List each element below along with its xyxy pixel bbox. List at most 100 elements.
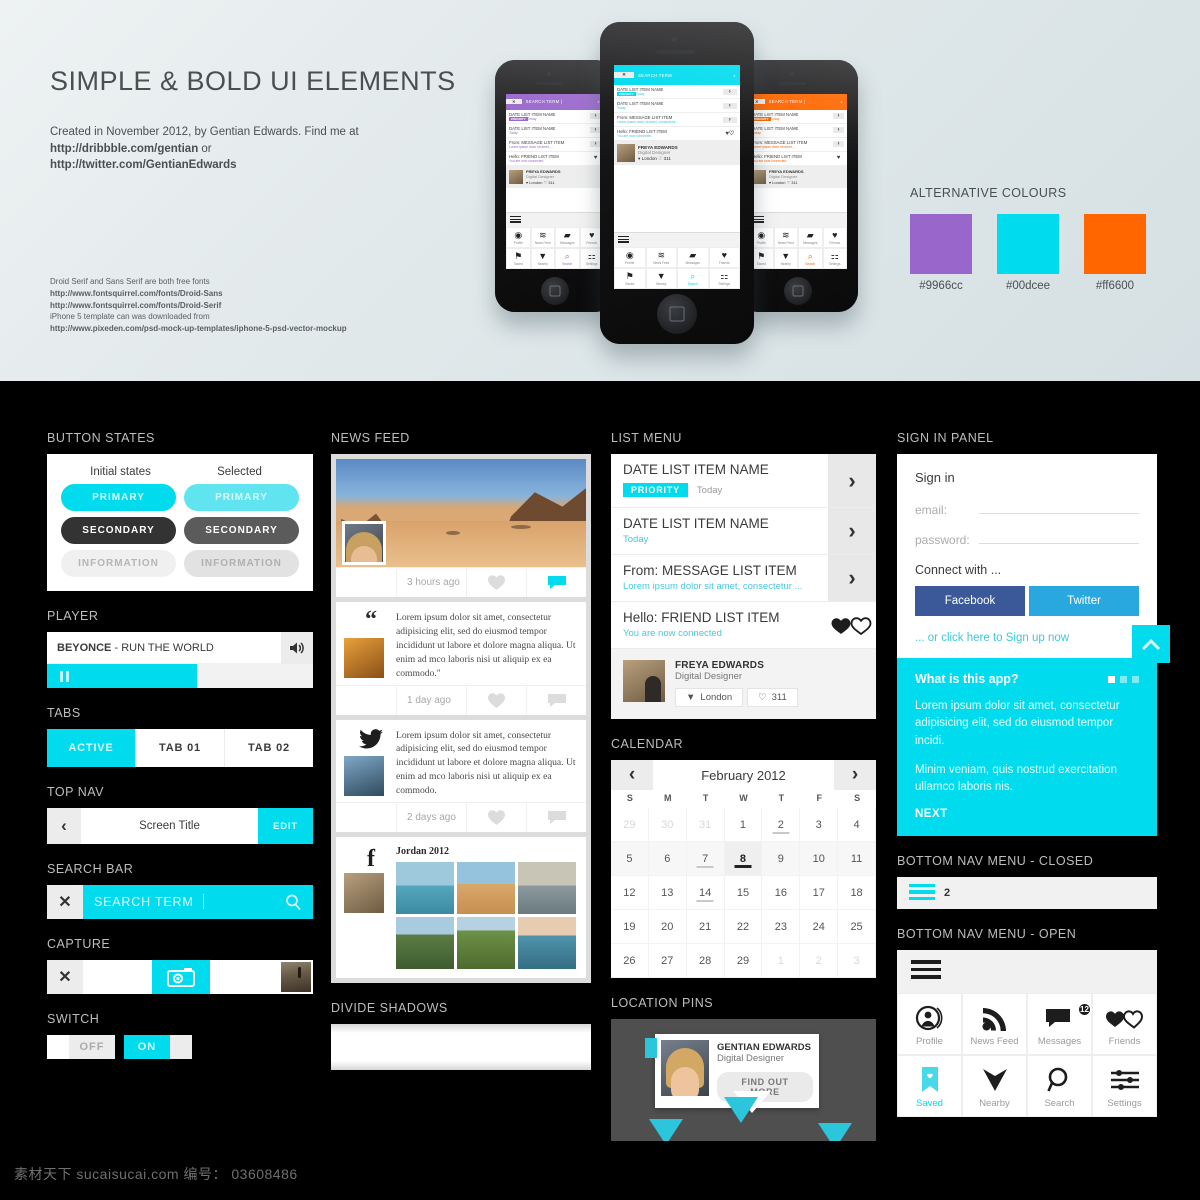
calendar-day[interactable]: 24 <box>800 910 839 944</box>
switch-on[interactable]: ON <box>124 1035 192 1059</box>
primary-button[interactable]: PRIMARY <box>61 484 176 511</box>
like-icon[interactable] <box>466 685 526 715</box>
nav-settings[interactable]: Settings <box>1092 1054 1157 1117</box>
comment-icon[interactable] <box>526 803 586 833</box>
pin-pointer[interactable] <box>649 1119 683 1141</box>
calendar-day[interactable]: 4 <box>838 808 876 842</box>
nav-friends[interactable]: ♥ Friends <box>708 247 740 268</box>
calendar-day[interactable]: 18 <box>838 876 876 910</box>
tab-02[interactable]: TAB 02 <box>225 729 313 767</box>
close-icon[interactable]: ✕ <box>47 960 83 994</box>
nav-profile[interactable]: ◉ Profile <box>614 247 646 268</box>
calendar-day[interactable]: 6 <box>648 842 687 876</box>
calendar-day[interactable]: 3 <box>800 808 839 842</box>
like-icon[interactable] <box>466 803 526 833</box>
calendar-day-selected[interactable]: 8 <box>724 842 763 876</box>
calendar-day[interactable]: 30 <box>648 808 687 842</box>
calendar-prev-button[interactable]: ‹ <box>611 760 653 790</box>
edit-button[interactable]: EDIT <box>258 808 313 844</box>
list-item[interactable]: Hello: FRIEND LIST ITEM You are now conn… <box>611 602 876 649</box>
information-button[interactable]: INFORMATION <box>61 550 176 577</box>
calendar-day[interactable]: 19 <box>611 910 649 944</box>
swatch-item[interactable]: #9966cc <box>910 214 972 292</box>
calendar-day[interactable]: 29 <box>611 808 649 842</box>
calendar-day[interactable]: 16 <box>762 876 801 910</box>
nav-news-feed[interactable]: News Feed <box>962 992 1027 1055</box>
next-button[interactable]: NEXT <box>915 808 1139 820</box>
search-input[interactable]: SEARCH TERM ⌕ <box>634 73 740 78</box>
twitter-button[interactable]: Twitter <box>1029 586 1139 616</box>
scroll-up-button[interactable] <box>1132 625 1170 663</box>
feed-card-album[interactable]: f Jordan 2012 <box>336 837 586 979</box>
facebook-button[interactable]: Facebook <box>915 586 1025 616</box>
dribbble-link[interactable]: http://dribbble.com/gentian <box>50 143 198 155</box>
nav-saved[interactable]: Saved <box>897 1054 962 1117</box>
nav-messages[interactable]: 12 Messages <box>1027 992 1092 1055</box>
feed-card-photo[interactable]: 3 hours ago <box>336 459 586 597</box>
feed-card-quote[interactable]: “ Lorem ipsum dolor sit amet, consectetu… <box>336 602 586 715</box>
tab-01[interactable]: TAB 01 <box>136 729 225 767</box>
close-icon[interactable]: ✕ <box>47 885 83 919</box>
calendar-day[interactable]: 11 <box>838 842 876 876</box>
droid-serif-link[interactable]: http://www.fontsquirrel.com/fonts/Droid-… <box>50 301 221 310</box>
nav-settings[interactable]: ⚏ Settings <box>708 268 740 289</box>
feed-card-twitter[interactable]: Lorem ipsum dolor sit amet, consectetur … <box>336 719 586 833</box>
calendar-day[interactable]: 20 <box>648 910 687 944</box>
secondary-button-selected[interactable]: SECONDARY <box>184 517 299 544</box>
calendar-day[interactable]: 3 <box>838 944 876 978</box>
email-input[interactable] <box>979 501 1139 514</box>
nav-search[interactable]: ⌕ Search <box>677 268 709 289</box>
nav-profile[interactable]: Profile <box>897 992 962 1055</box>
player-progress-bar[interactable] <box>47 664 313 688</box>
calendar-day[interactable]: 12 <box>611 876 649 910</box>
nav-search[interactable]: Search <box>1027 1054 1092 1117</box>
camera-button[interactable] <box>152 960 210 994</box>
calendar-day[interactable]: 2 <box>762 808 801 842</box>
list-item[interactable]: DATE LIST ITEM NAME PRIORITY Today › <box>611 454 876 508</box>
calendar-day[interactable]: 17 <box>800 876 839 910</box>
chevron-right-icon[interactable]: › <box>828 555 876 601</box>
pixeden-link[interactable]: http://www.pixeden.com/psd-mock-up-templ… <box>50 324 347 333</box>
nav-news-feed[interactable]: ≋ News Feed <box>645 247 677 268</box>
list-item[interactable]: Hello: FRIEND LIST ITEM You are now conne… <box>614 127 740 142</box>
nav-friends[interactable]: Friends <box>1092 992 1157 1055</box>
calendar-day[interactable]: 14 <box>686 876 725 910</box>
chevron-right-icon[interactable]: › <box>828 508 876 554</box>
list-item[interactable]: From: MESSAGE LIST ITEM Lorem ipsum dolor… <box>614 113 740 128</box>
pin-pointer[interactable] <box>818 1123 852 1141</box>
calendar-day[interactable]: 27 <box>648 944 687 978</box>
nav-saved[interactable]: ⚑ Saved <box>614 268 646 289</box>
hamburger-icon[interactable] <box>614 233 740 247</box>
calendar-day[interactable]: 29 <box>724 944 763 978</box>
password-input[interactable] <box>979 531 1139 544</box>
secondary-button[interactable]: SECONDARY <box>61 517 176 544</box>
calendar-day[interactable]: 21 <box>686 910 725 944</box>
back-chevron-icon[interactable]: ‹ <box>47 808 81 844</box>
calendar-day[interactable]: 25 <box>838 910 876 944</box>
home-button[interactable] <box>657 294 697 334</box>
like-icon[interactable] <box>466 568 526 597</box>
close-icon[interactable]: ✕ <box>506 99 522 105</box>
nav-nearby[interactable]: Nearby <box>962 1054 1027 1117</box>
likes-tag[interactable]: ♡ 311 <box>747 688 798 707</box>
hearts-icon[interactable] <box>828 602 876 648</box>
nav-messages[interactable]: ▰ Messages <box>677 247 709 268</box>
comment-icon[interactable] <box>526 568 586 597</box>
location-tag[interactable]: ▼ London <box>675 688 744 707</box>
calendar-day[interactable]: 23 <box>762 910 801 944</box>
information-button-selected[interactable]: INFORMATION <box>184 550 299 577</box>
calendar-day[interactable]: 1 <box>724 808 763 842</box>
pin-pointer-active[interactable] <box>724 1097 758 1123</box>
switch-off[interactable]: OFF <box>47 1035 115 1059</box>
calendar-next-button[interactable]: › <box>834 760 876 790</box>
calendar-day[interactable]: 2 <box>800 944 839 978</box>
hamburger-icon[interactable] <box>897 950 1157 993</box>
calendar-day[interactable]: 13 <box>648 876 687 910</box>
capture-thumbnail[interactable] <box>279 960 313 994</box>
swatch-item[interactable]: #ff6600 <box>1084 214 1146 292</box>
calendar-day[interactable]: 5 <box>611 842 649 876</box>
email-field[interactable]: email: <box>915 501 1139 517</box>
calendar-day[interactable]: 10 <box>800 842 839 876</box>
calendar-day[interactable]: 22 <box>724 910 763 944</box>
calendar-day[interactable]: 9 <box>762 842 801 876</box>
